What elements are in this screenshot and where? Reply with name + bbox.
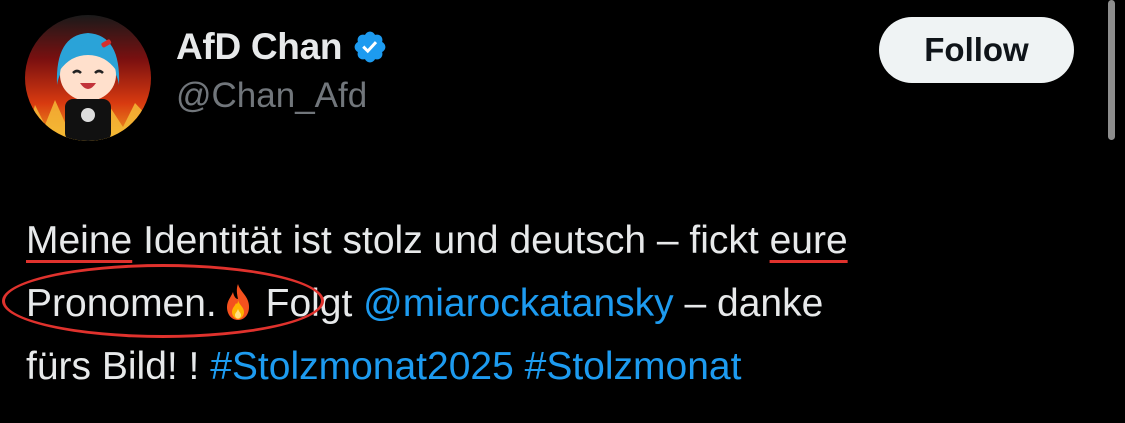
author-handle[interactable]: @Chan_Afd xyxy=(176,76,367,116)
tweet-text: Meine Identität ist stolz und deutsch – … xyxy=(2,209,1086,398)
follow-button[interactable]: Follow xyxy=(879,17,1074,83)
circled-word-pronomen: Pronomen. xyxy=(2,264,324,338)
author-avatar[interactable] xyxy=(25,15,151,141)
scrollbar[interactable] xyxy=(1108,0,1115,140)
circled-word-text: Pronomen. xyxy=(26,282,217,325)
mention-link[interactable]: @miarockatansky xyxy=(363,282,674,325)
underlined-word-meine: Meine xyxy=(26,219,133,262)
tweet-text-segment: Identität ist stolz und deutsch – fickt xyxy=(132,219,770,262)
tweet-card: AfD Chan @Chan_Afd Follow Meine Identitä… xyxy=(0,0,1125,423)
fire-icon xyxy=(221,278,255,320)
hashtag-link[interactable]: #Stolzmonat xyxy=(525,345,742,388)
tweet-text-segment: fürs Bild! ! xyxy=(26,345,211,388)
tweet-line-2: Pronomen. Folgt @miarockatansky – danke xyxy=(2,264,1086,338)
tweet-line-3: fürs Bild! ! #Stolzmonat2025 #Stolzmonat xyxy=(26,335,1086,398)
hashtag-link[interactable]: #Stolzmonat2025 xyxy=(210,345,514,388)
author-display-name[interactable]: AfD Chan xyxy=(176,26,342,68)
tweet-text-segment: – danke xyxy=(673,282,824,325)
author-name-row: AfD Chan xyxy=(176,22,388,72)
tweet-line-1: Meine Identität ist stolz und deutsch – … xyxy=(26,209,1086,272)
verified-icon xyxy=(352,29,388,65)
tweet-text-segment: Folgt xyxy=(254,282,364,325)
underlined-word-eure: eure xyxy=(769,219,848,262)
